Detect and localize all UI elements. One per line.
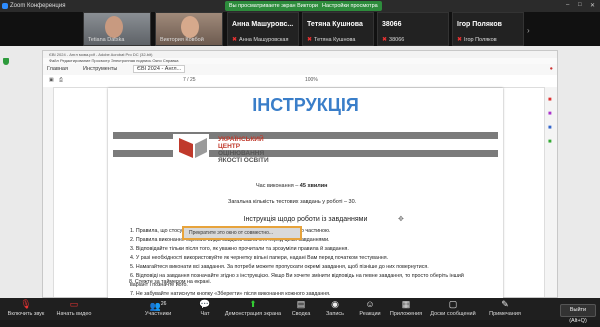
share-screen-button[interactable]: ⬆ Демонстрация экрана [224,299,282,317]
reactions-icon: ☺ [365,299,375,309]
maximize-icon[interactable]: □ [578,2,582,8]
stop-share-button[interactable]: Прекратите это окно от совместно... [182,226,302,240]
share-screen-icon: ⬆ [249,299,257,309]
participant-video [181,16,199,38]
participant-display-name: 38066 [382,21,402,28]
mic-muted-icon: ✖ [307,37,313,43]
tab-document[interactable]: ЄВІ 2024 - Англ... [133,65,186,73]
apps-button[interactable]: ▦ Приложения [388,299,424,317]
brand-banner [113,132,498,160]
instruction-item: 3. Відповідайте тільки після того, як ув… [130,246,349,252]
comment-tool-icon[interactable]: ■ [548,125,552,131]
participant-tile[interactable]: Виктория Ковбой [155,12,223,46]
participant-tile[interactable]: Тетяна Кушнова ✖ Тетяна Кушнова [302,12,374,46]
export-tool-icon[interactable]: ■ [548,139,552,145]
brand-name: УКРАЇНСЬКИЙ ЦЕНТР [218,136,264,150]
window-titlebar: Zoom Конференция Вы просматриваете экран… [0,0,600,12]
summary-icon: ▤ [296,299,306,309]
participant-name: Виктория Ковбой [160,37,204,43]
task-count: Загальна кількість тестових завдань у ро… [228,199,357,205]
instruction-item: 5. Намагайтеся виконати всі завдання. За… [130,264,429,270]
start-video-button[interactable]: ▭ Начать видео [52,299,96,317]
mic-muted-icon: 🎙 [20,299,32,309]
participant-video [105,16,123,38]
participant-name: Tetiana Datska [88,37,125,43]
participant-name: 38066 [389,37,405,43]
save-icon[interactable]: ▣ [49,77,54,83]
app-title: Zoom Конференция [10,3,66,9]
participant-display-name: Анна Машуровс... [232,21,294,28]
right-tools-rail: ■ ■ ■ ■ [544,87,557,297]
pdf-tool-icon[interactable]: ■ [548,97,552,103]
apps-icon: ▦ [401,299,411,309]
reactions-button[interactable]: ☺ Реакции [356,299,384,317]
participant-tile[interactable]: Tetiana Datska [83,12,151,46]
view-settings-button[interactable]: Настройки просмотра [318,1,382,11]
page-indicator[interactable]: 7 / 25 [183,77,196,83]
mic-muted-icon: ✖ [232,37,238,43]
record-button[interactable]: ◉ Запись [322,299,348,317]
participant-tile[interactable]: Ігор Поляков ✖ Ігор Поляков [452,12,524,46]
mic-muted-icon: ✖ [457,37,463,43]
instruction-item: 7. Не забувайте натиснути кнопку «Зберег… [130,291,331,297]
instruction-item: 8. Стежте за таймером на екрані. [129,279,212,285]
tab-home[interactable]: Главная [47,66,68,72]
acrobat-toolbar: ▣ ⎙ 7 / 25 100% [43,75,557,88]
participant-name: Анна Машуровская [239,37,289,43]
shield-icon [3,58,9,65]
record-icon: ◉ [331,299,339,309]
brand-name-secondary: ОЦІНЮВАННЯ ЯКОСТІ ОСВІТИ [218,150,269,164]
zoom-logo-icon [2,3,8,9]
acrobat-window: ЄВІ 2024 - Англ мова.pdf - Adobe Acrobat… [42,50,558,298]
next-page-icon[interactable]: › [527,26,530,35]
meeting-toolbar: 🎙 Включить звук ▭ Начать видео 👥26 Участник… [0,298,600,324]
minimize-icon[interactable]: – [566,2,569,8]
edit-tool-icon[interactable]: ■ [548,111,552,117]
notes-button[interactable]: ✎ Примечания [486,299,524,317]
pdf-page: ІНСТРУКЦІЯ УКРАЇНСЬКИЙ ЦЕНТР ОЦІНЮВАННЯ ЯК… [108,88,503,298]
time-limit: Час виконання – 45 хвилин [256,183,328,189]
whiteboards-button[interactable]: ▢ Доски сообщений [426,299,480,317]
tab-tools[interactable]: Инструменты [83,66,117,72]
participant-tile[interactable]: 38066 ✖ 38066 [377,12,449,46]
video-off-icon: ▭ [69,299,79,309]
summary-button[interactable]: ▤ Сводка [288,299,314,317]
participant-name: Ігор Поляков [464,37,497,43]
participants-icon: 👥26 [149,301,167,311]
move-cursor-icon: ✥ [398,216,404,223]
whiteboard-icon: ▢ [448,299,458,309]
participant-strip: Tetiana Datska Виктория Ковбой Анна Машу… [0,12,600,46]
participant-display-name: Ігор Поляков [457,21,502,28]
stop-share-label: Прекратите это окно от совместно... [189,230,274,236]
participants-button[interactable]: 👥26 Участники [140,299,176,317]
left-navigation-rail [43,87,54,297]
mic-muted-icon: ✖ [382,37,388,43]
acrobat-title: ЄВІ 2024 - Англ мова.pdf - Adobe Acrobat… [43,51,557,58]
unmute-button[interactable]: 🎙 Включить звук [4,299,48,317]
chat-button[interactable]: 💬 Чат [194,299,216,317]
instruction-item: 4. У разі необхідності використовуйте як… [130,255,389,261]
document-title: ІНСТРУКЦІЯ [252,95,359,115]
participant-display-name: Тетяна Кушнова [307,21,363,28]
print-icon[interactable]: ⎙ [59,77,63,83]
chat-icon: 💬 [199,299,211,309]
notes-icon: ✎ [501,299,509,309]
close-icon[interactable]: ✕ [590,2,595,9]
zoom-level[interactable]: 100% [305,77,318,83]
account-icon[interactable]: ● [550,66,553,72]
participant-name: Тетяна Кушнова [314,37,356,43]
participant-tile[interactable]: Анна Машуровс... ✖ Анна Машуровская [227,12,299,46]
leave-meeting-button[interactable]: Выйти (Alt+Q) [560,304,596,324]
instructions-subtitle: Інструкція щодо роботи із завданнями [243,216,368,223]
